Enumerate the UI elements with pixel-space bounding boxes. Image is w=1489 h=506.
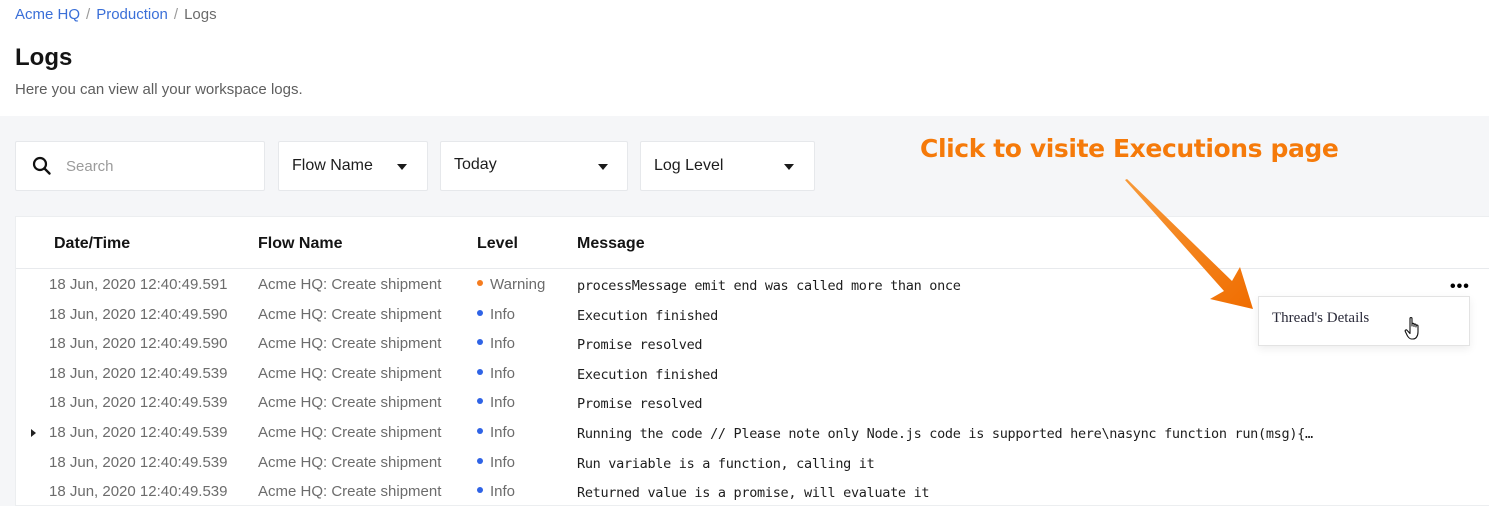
cell-datetime: 18 Jun, 2020 12:40:49.539 [49,394,228,412]
breadcrumb-separator: / [86,6,91,23]
info-dot-icon [477,339,483,346]
expand-row-icon[interactable] [31,429,36,437]
cell-message: Execution finished [577,307,718,324]
cell-flow-name: Acme HQ: Create shipment [258,394,442,412]
info-dot-icon [477,398,483,405]
cell-flow-name: Acme HQ: Create shipment [258,364,442,382]
breadcrumb-separator: / [173,6,179,23]
level-label: Info [490,453,516,471]
cell-message: Promise resolved [577,337,703,354]
flow-name-dropdown-label: Flow Name [292,157,373,174]
table-row[interactable]: 18 Jun, 2020 12:40:49.539 Acme HQ: Create… [16,359,1489,389]
info-dot-icon [477,309,483,316]
page-title: Logs [15,44,73,71]
caret-down-icon [598,164,608,170]
warning-dot-icon [477,280,483,287]
breadcrumb: Acme HQ / Production / Logs [15,6,217,23]
info-dot-icon [477,457,483,464]
cell-flow-name: Acme HQ: Create shipment [258,276,442,293]
flow-name-dropdown[interactable]: Flow Name [278,141,428,191]
cell-level: Info [477,454,515,471]
cell-level: Info [477,365,515,382]
date-range-dropdown[interactable]: Today [440,141,628,191]
date-range-dropdown-label: Today [454,156,497,173]
row-context-menu: Thread's Details [1258,296,1470,346]
log-level-dropdown-label: Log Level [654,157,724,174]
column-header-datetime[interactable]: Date/Time [54,235,130,253]
cell-datetime: 18 Jun, 2020 12:40:49.539 [49,424,228,441]
annotation-callout: Click to visite Executions page [920,134,1339,163]
info-dot-icon [477,368,483,375]
cell-flow-name: Acme HQ: Create shipment [258,424,442,441]
breadcrumb-current: Logs [184,6,217,23]
cell-level: Info [477,424,515,441]
cell-message: processMessage emit end was called more … [577,278,961,294]
cell-message: Promise resolved [577,396,703,413]
cell-level: Info [477,483,515,500]
cell-message: Execution finished [577,366,718,383]
level-label: Info [490,335,516,353]
cell-datetime: 18 Jun, 2020 12:40:49.590 [49,305,228,323]
cell-message: Run variable is a function, calling it [577,455,875,472]
cell-level: Info [477,394,515,411]
cell-datetime: 18 Jun, 2020 12:40:49.539 [49,364,228,382]
caret-down-icon [397,164,407,170]
cell-flow-name: Acme HQ: Create shipment [258,305,442,323]
cell-message: Running the code // Please note only Nod… [577,426,1313,442]
page-header: Acme HQ / Production / Logs Logs Here yo… [0,0,1489,116]
cell-flow-name: Acme HQ: Create shipment [258,483,442,501]
breadcrumb-production[interactable]: Production [96,6,168,23]
column-header-message[interactable]: Message [577,235,645,253]
level-label: Info [490,305,516,323]
table-row[interactable]: 18 Jun, 2020 12:40:49.539 Acme HQ: Create… [16,477,1489,506]
cell-flow-name: Acme HQ: Create shipment [258,335,442,353]
info-dot-icon [477,487,483,494]
level-label: Info [490,483,516,501]
cell-datetime: 18 Jun, 2020 12:40:49.591 [49,276,228,293]
breadcrumb-acme-hq[interactable]: Acme HQ [15,6,80,23]
cell-datetime: 18 Jun, 2020 12:40:49.590 [49,335,228,353]
cell-datetime: 18 Jun, 2020 12:40:49.539 [49,453,228,471]
table-row[interactable]: 18 Jun, 2020 12:40:49.539 Acme HQ: Create… [16,448,1489,478]
info-dot-icon [477,428,483,435]
column-header-flow-name[interactable]: Flow Name [258,235,342,253]
search-input[interactable] [66,154,256,178]
level-label: Warning [490,276,546,293]
level-label: Info [490,364,516,382]
caret-down-icon [784,164,794,170]
log-level-dropdown[interactable]: Log Level [640,141,815,191]
row-more-actions-button[interactable]: ••• [1450,278,1470,296]
level-label: Info [490,394,516,412]
cell-level: Info [477,335,515,352]
level-label: Info [490,424,516,441]
table-row[interactable]: 18 Jun, 2020 12:40:49.539 Acme HQ: Create… [16,418,1489,448]
hand-cursor-icon [1404,316,1419,340]
page-subtitle: Here you can view all your workspace log… [15,81,303,98]
cell-datetime: 18 Jun, 2020 12:40:49.539 [49,483,228,501]
search-box[interactable] [15,141,265,191]
cell-level: Info [477,306,515,323]
menu-item-threads-details[interactable]: Thread's Details [1272,310,1369,327]
cell-level: Warning [477,276,545,293]
column-header-level[interactable]: Level [477,235,518,253]
table-row[interactable]: 18 Jun, 2020 12:40:49.539 Acme HQ: Create… [16,388,1489,418]
cell-message: Returned value is a promise, will evalua… [577,485,930,502]
annotation-arrow-icon [1125,179,1253,309]
search-icon [32,156,51,175]
cell-flow-name: Acme HQ: Create shipment [258,453,442,471]
